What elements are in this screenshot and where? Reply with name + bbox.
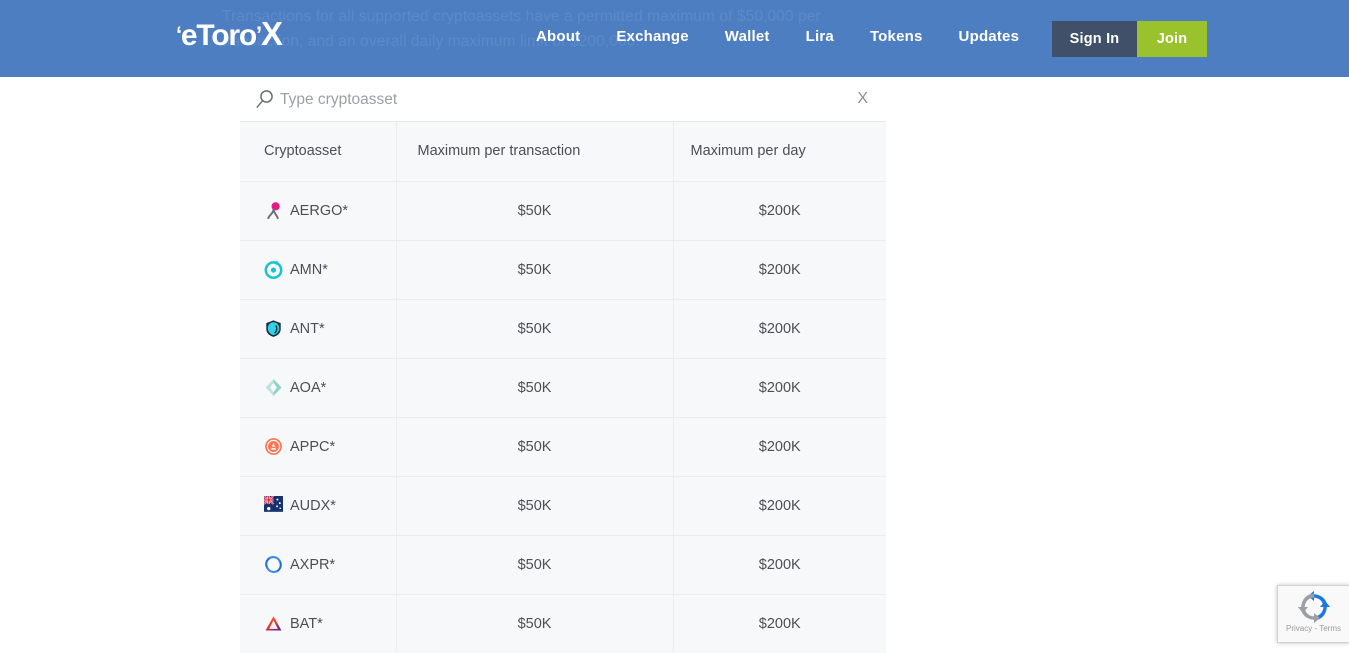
table-row[interactable]: ANT* $50K$200K bbox=[240, 299, 886, 358]
cell-max-per-day: $200K bbox=[673, 240, 886, 299]
cell-cryptoasset: AXPR* bbox=[240, 535, 396, 594]
site-header: Transactions for all supported cryptoass… bbox=[0, 0, 1349, 77]
cell-max-per-transaction: $50K bbox=[396, 535, 673, 594]
amn-coin-icon bbox=[264, 260, 283, 279]
cell-max-per-transaction: $50K bbox=[396, 358, 673, 417]
appc-coin-icon bbox=[264, 437, 283, 456]
cryptoasset-label: BAT* bbox=[290, 616, 323, 632]
column-header-cryptoasset: Cryptoasset bbox=[240, 122, 396, 181]
cell-max-per-transaction: $50K bbox=[396, 476, 673, 535]
cryptoasset-label: AOA* bbox=[290, 380, 326, 396]
table-row[interactable]: AERGO* $50K$200K bbox=[240, 181, 886, 240]
aergo-coin-icon bbox=[264, 201, 283, 220]
auth-buttons: Sign In Join bbox=[1052, 21, 1207, 57]
cell-max-per-day: $200K bbox=[673, 181, 886, 240]
cell-cryptoasset: ANT* bbox=[240, 299, 396, 358]
close-icon[interactable]: X bbox=[857, 89, 868, 109]
table-row[interactable]: APPC* $50K$200K bbox=[240, 417, 886, 476]
search-bar: X bbox=[240, 77, 886, 122]
column-header-max-day: Maximum per day bbox=[673, 122, 886, 181]
nav-item-exchange[interactable]: Exchange bbox=[598, 28, 706, 45]
table-row[interactable]: AXPR* $50K$200K bbox=[240, 535, 886, 594]
cell-max-per-day: $200K bbox=[673, 358, 886, 417]
column-header-max-transaction: Maximum per transaction bbox=[396, 122, 673, 181]
cryptoasset-label: APPC* bbox=[290, 439, 335, 455]
cell-cryptoasset: AMN* bbox=[240, 240, 396, 299]
cell-cryptoasset: AUDX* bbox=[240, 476, 396, 535]
table-row[interactable]: AMN* $50K$200K bbox=[240, 240, 886, 299]
cell-max-per-day: $200K bbox=[673, 417, 886, 476]
ant-coin-icon bbox=[264, 319, 283, 338]
cryptoasset-label: AXPR* bbox=[290, 557, 335, 573]
recaptcha-terms-label[interactable]: Privacy - Terms bbox=[1278, 624, 1349, 634]
cell-max-per-transaction: $50K bbox=[396, 594, 673, 653]
cell-max-per-day: $200K bbox=[673, 299, 886, 358]
aoa-coin-icon bbox=[264, 378, 283, 397]
nav-item-lira[interactable]: Lira bbox=[788, 28, 852, 45]
sign-in-button[interactable]: Sign In bbox=[1052, 21, 1137, 57]
nav-item-updates[interactable]: Updates bbox=[941, 28, 1038, 45]
cell-cryptoasset: BAT* bbox=[240, 594, 396, 653]
etorox-logo[interactable]: ‘eToro’X bbox=[176, 17, 282, 53]
cryptoasset-label: AUDX* bbox=[290, 498, 336, 514]
cell-max-per-transaction: $50K bbox=[396, 417, 673, 476]
limits-table: Cryptoasset Maximum per transaction Maxi… bbox=[240, 122, 886, 653]
main-navigation: About Exchange Wallet Lira Tokens Update… bbox=[518, 28, 1106, 45]
page-root: Transactions for all supported cryptoass… bbox=[0, 0, 1349, 653]
search-icon bbox=[254, 88, 276, 110]
recaptcha-badge[interactable]: Privacy - Terms bbox=[1277, 585, 1349, 643]
table-row[interactable]: BAT* $50K$200K bbox=[240, 594, 886, 653]
cryptoasset-label: AERGO* bbox=[290, 203, 348, 219]
cryptoasset-label: ANT* bbox=[290, 321, 325, 337]
cell-cryptoasset: APPC* bbox=[240, 417, 396, 476]
axpr-coin-icon bbox=[264, 555, 283, 574]
cell-max-per-transaction: $50K bbox=[396, 181, 673, 240]
cell-max-per-transaction: $50K bbox=[396, 240, 673, 299]
cell-max-per-day: $200K bbox=[673, 594, 886, 653]
table-body: AERGO*$50K$200KAMN*$50K$200KANT*$50K$200… bbox=[240, 181, 886, 653]
search-input[interactable] bbox=[280, 87, 820, 113]
nav-item-about[interactable]: About bbox=[518, 28, 598, 45]
cell-max-per-day: $200K bbox=[673, 476, 886, 535]
audx-coin-icon bbox=[264, 496, 283, 515]
recaptcha-logo-icon bbox=[1297, 590, 1331, 624]
nav-item-wallet[interactable]: Wallet bbox=[707, 28, 788, 45]
bat-coin-icon bbox=[264, 614, 283, 633]
cell-max-per-day: $200K bbox=[673, 535, 886, 594]
table-row[interactable]: AUDX* $50K$200K bbox=[240, 476, 886, 535]
table-row[interactable]: AOA* $50K$200K bbox=[240, 358, 886, 417]
cell-cryptoasset: AOA* bbox=[240, 358, 396, 417]
table-header-row: Cryptoasset Maximum per transaction Maxi… bbox=[240, 122, 886, 181]
join-button[interactable]: Join bbox=[1137, 21, 1207, 57]
cell-max-per-transaction: $50K bbox=[396, 299, 673, 358]
cryptoasset-limits-panel: X Cryptoasset Maximum per transaction Ma… bbox=[240, 77, 886, 653]
cell-cryptoasset: AERGO* bbox=[240, 181, 396, 240]
nav-item-tokens[interactable]: Tokens bbox=[852, 28, 941, 45]
cryptoasset-label: AMN* bbox=[290, 262, 328, 278]
